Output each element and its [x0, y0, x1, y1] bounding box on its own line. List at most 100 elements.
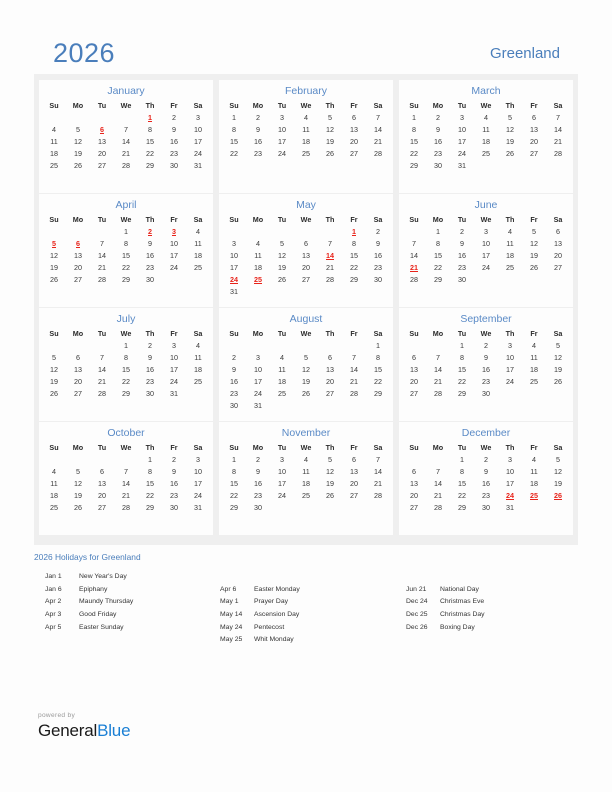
day-cell: 5 — [76, 124, 80, 134]
day-cell: 27 — [554, 262, 562, 272]
month-title: February — [284, 85, 327, 97]
day-cell: 9 — [172, 466, 176, 476]
day-cell: 31 — [194, 502, 202, 512]
day-cell-empty — [342, 501, 366, 513]
week-row: 15 16 17 18 19 20 21 — [402, 135, 570, 147]
weekday-header-mo: Mo — [252, 442, 264, 452]
holiday-date: Dec 26 — [406, 623, 428, 631]
day-cell: 27 — [350, 148, 358, 158]
day-cell: 27 — [302, 274, 310, 284]
day-cell: 21 — [554, 136, 562, 146]
day-cell: 22 — [434, 262, 442, 272]
day-cell: 8 — [124, 238, 128, 248]
day-cell: 21 — [374, 478, 382, 488]
day-cell: 2 — [256, 454, 260, 464]
weekday-header-we: We — [120, 100, 132, 110]
day-cell-empty — [66, 399, 90, 411]
day-cell: 12 — [50, 250, 58, 260]
day-cell-holiday: 25 — [254, 274, 262, 284]
day-cell: 1 — [232, 454, 236, 464]
day-cell: 25 — [194, 262, 202, 272]
day-cell-empty — [294, 513, 318, 525]
week-row: 27 28 29 30 31 — [402, 501, 570, 513]
day-cell: 28 — [122, 502, 130, 512]
weekday-header-su: Su — [229, 442, 239, 452]
week-row — [222, 171, 390, 183]
weekday-header-mo: Mo — [72, 328, 84, 338]
day-cell-empty — [162, 513, 186, 525]
day-cell: 30 — [170, 160, 178, 170]
weekday-header-su: Su — [409, 214, 419, 224]
day-cell-holiday: 6 — [76, 238, 80, 248]
day-cell: 11 — [278, 364, 286, 374]
day-cell: 10 — [170, 238, 178, 248]
day-cell: 13 — [98, 478, 106, 488]
weekday-header-tu: Tu — [277, 442, 287, 452]
day-cell: 11 — [50, 478, 58, 488]
week-row: 1 2 3 4 5 6 7 — [222, 453, 390, 465]
weekday-header-sa: Sa — [553, 442, 563, 452]
week-row: 12 13 14 15 16 17 18 — [42, 249, 210, 261]
day-cell: 31 — [194, 160, 202, 170]
day-cell: 8 — [436, 238, 440, 248]
day-cell: 22 — [458, 490, 466, 500]
day-cell-holiday: 3 — [172, 226, 176, 236]
day-cell-empty — [366, 399, 390, 411]
holiday-column: Apr 6 Easter Monday May 1 Prayer Day May 14 A… — [220, 571, 406, 647]
day-cell: 2 — [460, 226, 464, 236]
day-cell: 6 — [352, 454, 356, 464]
day-cell: 20 — [350, 478, 358, 488]
day-cell-empty — [246, 171, 270, 183]
day-cell: 26 — [554, 376, 562, 386]
day-cell: 21 — [374, 136, 382, 146]
week-row: 29 30 31 — [402, 159, 570, 171]
day-cell: 30 — [482, 502, 490, 512]
week-row — [42, 171, 210, 183]
month-title: June — [474, 199, 498, 211]
week-row: 12 13 14 15 16 17 18 — [42, 363, 210, 375]
day-cell: 28 — [374, 490, 382, 500]
day-cell-empty — [114, 111, 138, 123]
day-cell: 15 — [146, 478, 154, 488]
day-cell: 19 — [554, 364, 562, 374]
weekday-header-fr: Fr — [350, 442, 358, 452]
day-cell: 10 — [254, 364, 262, 374]
day-cell: 9 — [256, 466, 260, 476]
week-row — [42, 513, 210, 525]
day-cell-empty — [426, 285, 450, 297]
month-card-august: August Su Mo Tu We Th Fr Sa 1 2 3 4 5 6 7 8 9 10 11 12 13 14 1… — [219, 308, 393, 421]
weekday-header-su: Su — [409, 442, 419, 452]
day-cell: 17 — [458, 136, 466, 146]
day-cell: 1 — [436, 226, 440, 236]
day-cell-empty — [426, 399, 450, 411]
day-cell: 8 — [412, 124, 416, 134]
month-table: Su Mo Tu We Th Fr Sa 1 2 3 4 5 6 7 8 9 10 11 12 13 14 15 16 17 1… — [222, 215, 390, 298]
day-cell: 17 — [170, 364, 178, 374]
weekday-header-mo: Mo — [432, 442, 444, 452]
day-cell: 3 — [460, 112, 464, 122]
weekday-header-su: Su — [409, 328, 419, 338]
footer-branding: powered by GeneralBlue — [38, 712, 131, 739]
week-row: 20 21 22 23 24 25 26 — [402, 375, 570, 387]
week-row: 6 7 8 9 10 11 12 — [402, 465, 570, 477]
weekday-header-fr: Fr — [170, 100, 178, 110]
day-cell: 26 — [278, 274, 286, 284]
day-cell: 11 — [530, 466, 538, 476]
day-cell-empty — [138, 399, 162, 411]
day-cell: 13 — [350, 466, 358, 476]
day-cell: 24 — [506, 376, 514, 386]
day-cell: 2 — [484, 340, 488, 350]
day-cell-empty — [546, 285, 570, 297]
day-cell: 4 — [280, 352, 284, 362]
week-row: 1 2 3 — [42, 453, 210, 465]
weekday-header-row: Su Mo Tu We Th Fr Sa — [42, 443, 210, 454]
day-cell-empty — [498, 285, 522, 297]
day-cell: 21 — [122, 148, 130, 158]
day-cell: 8 — [460, 466, 464, 476]
day-cell: 13 — [98, 136, 106, 146]
day-cell: 28 — [434, 388, 442, 398]
day-cell-holiday: 5 — [52, 238, 56, 248]
day-cell: 10 — [506, 352, 514, 362]
day-cell: 13 — [554, 238, 562, 248]
day-cell-empty — [186, 399, 210, 411]
